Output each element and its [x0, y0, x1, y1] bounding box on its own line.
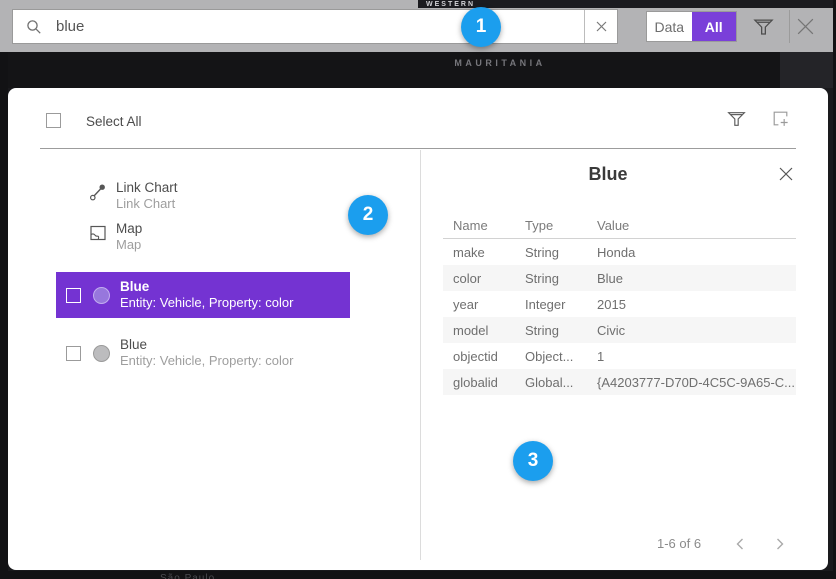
- cell-value: Civic: [597, 323, 625, 338]
- table-row: globalid Global... {A4203777-D70D-4C5C-9…: [443, 369, 796, 395]
- cell-name: model: [453, 323, 488, 338]
- select-all-label: Select All: [86, 114, 142, 129]
- result-title: Link Chart: [116, 180, 178, 196]
- annotation-badge-3: 3: [513, 441, 553, 481]
- table-rows: make String Honda color String Blue year…: [443, 239, 796, 395]
- list-detail-divider: [420, 150, 421, 560]
- detail-title: Blue: [420, 164, 796, 185]
- table-row: objectid Object... 1: [443, 343, 796, 369]
- result-checkbox[interactable]: [66, 346, 81, 361]
- search-icon: [26, 19, 42, 35]
- entity-circle-icon: [93, 345, 110, 362]
- cell-value: Blue: [597, 271, 623, 286]
- table-row: color String Blue: [443, 265, 796, 291]
- close-search-icon[interactable]: [795, 16, 816, 37]
- cell-value: Honda: [597, 245, 635, 260]
- col-type: Type: [525, 218, 553, 233]
- scope-option-data[interactable]: Data: [647, 12, 692, 41]
- result-row-link-chart[interactable]: Link Chart Link Chart: [88, 180, 178, 212]
- cell-name: objectid: [453, 349, 498, 364]
- table-header: Name Type Value: [443, 216, 796, 238]
- table-row: year Integer 2015: [443, 291, 796, 317]
- panel-header-divider: [40, 148, 796, 149]
- result-subtitle: Link Chart: [116, 196, 178, 212]
- search-input[interactable]: [54, 9, 584, 44]
- cell-type: Integer: [525, 297, 565, 312]
- cell-type: String: [525, 271, 559, 286]
- clear-search-button[interactable]: [584, 10, 617, 43]
- frame-edge-left: [0, 52, 8, 579]
- link-chart-icon: [88, 182, 108, 202]
- map-icon: [88, 223, 108, 243]
- result-title: Map: [116, 221, 142, 237]
- result-title: Blue: [120, 337, 293, 353]
- result-subtitle: Entity: Vehicle, Property: color: [120, 295, 293, 311]
- col-name: Name: [453, 218, 488, 233]
- map-label-mauritania: MAURITANIA: [400, 58, 600, 68]
- filter-icon[interactable]: [752, 15, 775, 38]
- scope-option-all[interactable]: All: [692, 12, 737, 41]
- result-row-map[interactable]: Map Map: [88, 221, 142, 253]
- cell-value: 1: [597, 349, 604, 364]
- search-box: [12, 9, 618, 44]
- result-row-blue[interactable]: Blue Entity: Vehicle, Property: color: [56, 330, 350, 376]
- add-to-selection-icon[interactable]: [770, 108, 791, 129]
- table-row: make String Honda: [443, 239, 796, 265]
- chevron-left-icon[interactable]: [734, 537, 746, 551]
- result-title: Blue: [120, 279, 293, 295]
- result-subtitle: Entity: Vehicle, Property: color: [120, 353, 293, 369]
- results-panel: Select All Link Chart Link Chart: [8, 88, 828, 570]
- properties-table: Name Type Value make String Honda color …: [443, 216, 796, 395]
- cell-name: globalid: [453, 375, 498, 390]
- toolbar-divider: [789, 10, 790, 43]
- select-all-checkbox[interactable]: [46, 113, 61, 128]
- cell-name: year: [453, 297, 478, 312]
- cell-type: Object...: [525, 349, 573, 364]
- map-label-bottom: São Paulo: [160, 573, 215, 579]
- cell-type: String: [525, 323, 559, 338]
- cell-type: Global...: [525, 375, 573, 390]
- cell-type: String: [525, 245, 559, 260]
- entity-circle-icon: [93, 287, 110, 304]
- annotation-badge-1: 1: [461, 7, 501, 47]
- result-checkbox[interactable]: [66, 288, 81, 303]
- col-value: Value: [597, 218, 629, 233]
- result-subtitle: Map: [116, 237, 142, 253]
- pagination-label: 1-6 of 6: [657, 536, 701, 551]
- result-row-blue-selected[interactable]: Blue Entity: Vehicle, Property: color: [56, 272, 350, 318]
- annotation-badge-2: 2: [348, 195, 388, 235]
- cell-value: 2015: [597, 297, 626, 312]
- chevron-right-icon[interactable]: [774, 537, 786, 551]
- detail-close-icon[interactable]: [778, 166, 794, 182]
- cell-name: make: [453, 245, 485, 260]
- panel-filter-icon[interactable]: [726, 108, 747, 129]
- screenshot-root: MAURITANIA WESTERN São Paulo Data All: [0, 0, 836, 579]
- cell-value: {A4203777-D70D-4C5C-9A65-C...: [597, 375, 795, 390]
- cell-name: color: [453, 271, 481, 286]
- table-row: model String Civic: [443, 317, 796, 343]
- map-bottom-strip: São Paulo: [0, 571, 836, 579]
- scope-toggle: Data All: [646, 11, 737, 42]
- clear-icon: [596, 21, 607, 32]
- map-landmass: [780, 52, 836, 88]
